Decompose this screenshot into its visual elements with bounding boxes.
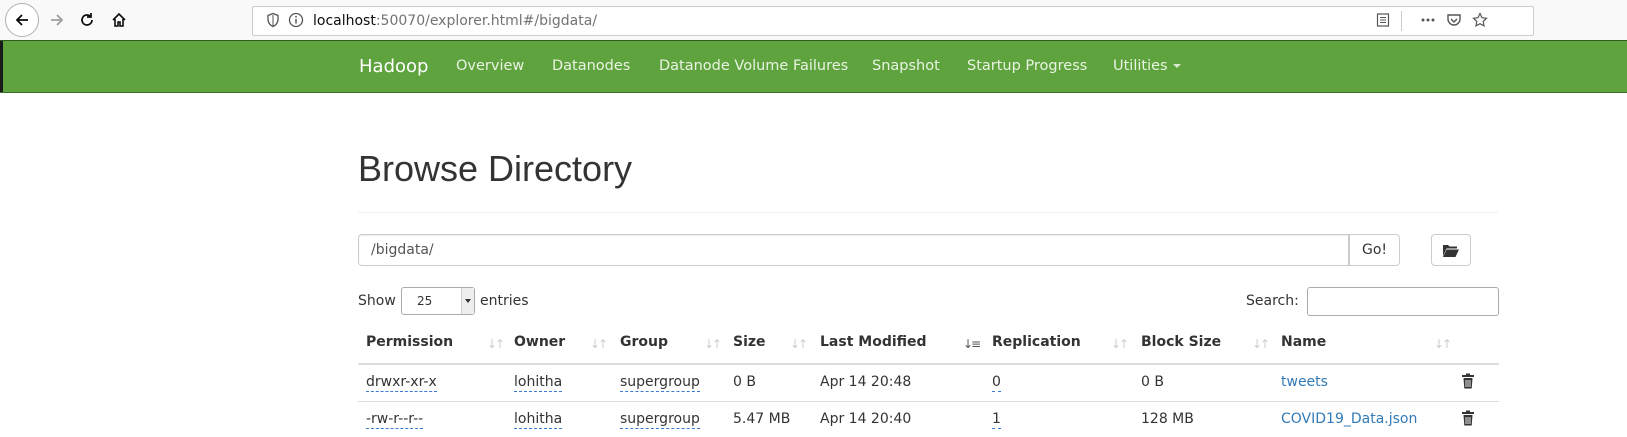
entries-per-page-select[interactable]: 25 <box>401 287 475 315</box>
url-bar-separator <box>1401 11 1402 31</box>
nav-datanodes[interactable]: Datanodes <box>552 41 630 92</box>
cell-name-link[interactable]: COVID19_Data.json <box>1281 411 1417 427</box>
cell-owner[interactable]: lohitha <box>514 374 563 392</box>
column-header-block-size[interactable]: Block Size <box>1141 334 1221 350</box>
cell-last-modified: Apr 14 20:40 <box>820 411 912 427</box>
sort-icon[interactable]: ↓↑ <box>590 337 608 351</box>
nav-utilities-label: Utilities <box>1113 58 1168 74</box>
page-title: Browse Directory <box>358 148 633 189</box>
table-header-divider <box>358 363 1499 365</box>
cell-group[interactable]: supergroup <box>620 374 700 392</box>
cell-name-link[interactable]: tweets <box>1281 374 1328 390</box>
trash-icon[interactable] <box>1461 410 1475 426</box>
url-text: localhost:50070/explorer.html#/bigdata/ <box>313 7 597 35</box>
directory-path-input[interactable] <box>358 234 1349 266</box>
back-button[interactable] <box>5 3 39 37</box>
back-arrow-icon <box>15 14 28 26</box>
select-arrow-icon <box>461 288 474 314</box>
sort-icon[interactable]: ↓↑ <box>1434 337 1452 351</box>
column-header-replication[interactable]: Replication <box>992 334 1081 350</box>
column-header-last-modified[interactable]: Last Modified <box>820 334 927 350</box>
sort-icon[interactable]: ↓↑ <box>790 337 808 351</box>
url-path: :50070/explorer.html#/bigdata/ <box>375 13 598 29</box>
home-icon <box>112 12 126 27</box>
shield-icon[interactable] <box>265 12 281 28</box>
info-icon[interactable] <box>288 12 304 28</box>
create-directory-button[interactable] <box>1431 234 1471 266</box>
cell-block-size: 0 B <box>1141 374 1164 390</box>
cell-replication[interactable]: 0 <box>992 374 1001 392</box>
bookmark-star-icon[interactable] <box>1472 12 1488 28</box>
trash-icon[interactable] <box>1461 373 1475 389</box>
cell-permission[interactable]: -rw-r--r-- <box>366 411 424 429</box>
search-label: Search: <box>1246 293 1299 309</box>
reload-icon <box>81 13 93 26</box>
browser-toolbar: localhost:50070/explorer.html#/bigdata/ <box>0 0 1627 41</box>
sort-descending-icon[interactable]: ↓≡ <box>963 337 981 351</box>
cell-owner[interactable]: lohitha <box>514 411 563 429</box>
url-host: localhost <box>313 13 376 29</box>
window-edge <box>0 41 3 92</box>
show-label: Show <box>358 293 396 309</box>
cell-last-modified: Apr 14 20:48 <box>820 374 912 390</box>
forward-button[interactable] <box>42 5 72 35</box>
nav-snapshot[interactable]: Snapshot <box>872 41 940 92</box>
column-header-permission[interactable]: Permission <box>366 334 453 350</box>
nav-utilities-dropdown[interactable]: Utilities <box>1113 41 1181 92</box>
nav-startup-progress[interactable]: Startup Progress <box>967 41 1087 92</box>
cell-size: 0 B <box>733 374 756 390</box>
brand-link[interactable]: Hadoop <box>359 41 428 92</box>
column-header-owner[interactable]: Owner <box>514 334 565 350</box>
cell-group[interactable]: supergroup <box>620 411 700 429</box>
sort-icon[interactable]: ↓↑ <box>1111 337 1129 351</box>
sort-icon[interactable]: ↓↑ <box>1252 337 1270 351</box>
cell-block-size: 128 MB <box>1141 411 1194 427</box>
go-button[interactable]: Go! <box>1349 234 1400 266</box>
folder-open-icon <box>1443 244 1459 257</box>
column-header-name[interactable]: Name <box>1281 334 1326 350</box>
column-header-size[interactable]: Size <box>733 334 766 350</box>
more-actions-icon[interactable] <box>1419 12 1437 28</box>
entries-select-value: 25 <box>417 294 433 308</box>
title-divider <box>358 212 1498 213</box>
caret-down-icon <box>1172 64 1181 68</box>
url-bar[interactable]: localhost:50070/explorer.html#/bigdata/ <box>252 6 1534 36</box>
cell-replication[interactable]: 1 <box>992 411 1001 429</box>
column-header-group[interactable]: Group <box>620 334 668 350</box>
reader-view-icon[interactable] <box>1375 12 1391 28</box>
table-search-input[interactable] <box>1307 287 1499 316</box>
hadoop-navbar: Hadoop Overview Datanodes Datanode Volum… <box>0 40 1627 93</box>
forward-arrow-icon <box>51 14 64 26</box>
cell-size: 5.47 MB <box>733 411 791 427</box>
nav-overview[interactable]: Overview <box>456 41 524 92</box>
reload-button[interactable] <box>72 5 102 35</box>
pocket-icon[interactable] <box>1446 12 1462 28</box>
row-divider <box>358 401 1499 402</box>
home-button[interactable] <box>104 5 134 35</box>
sort-icon[interactable]: ↓↑ <box>487 337 505 351</box>
cell-permission[interactable]: drwxr-xr-x <box>366 374 437 392</box>
entries-label: entries <box>480 293 529 309</box>
nav-datanode-volume-failures[interactable]: Datanode Volume Failures <box>659 41 848 92</box>
sort-icon[interactable]: ↓↑ <box>704 337 722 351</box>
